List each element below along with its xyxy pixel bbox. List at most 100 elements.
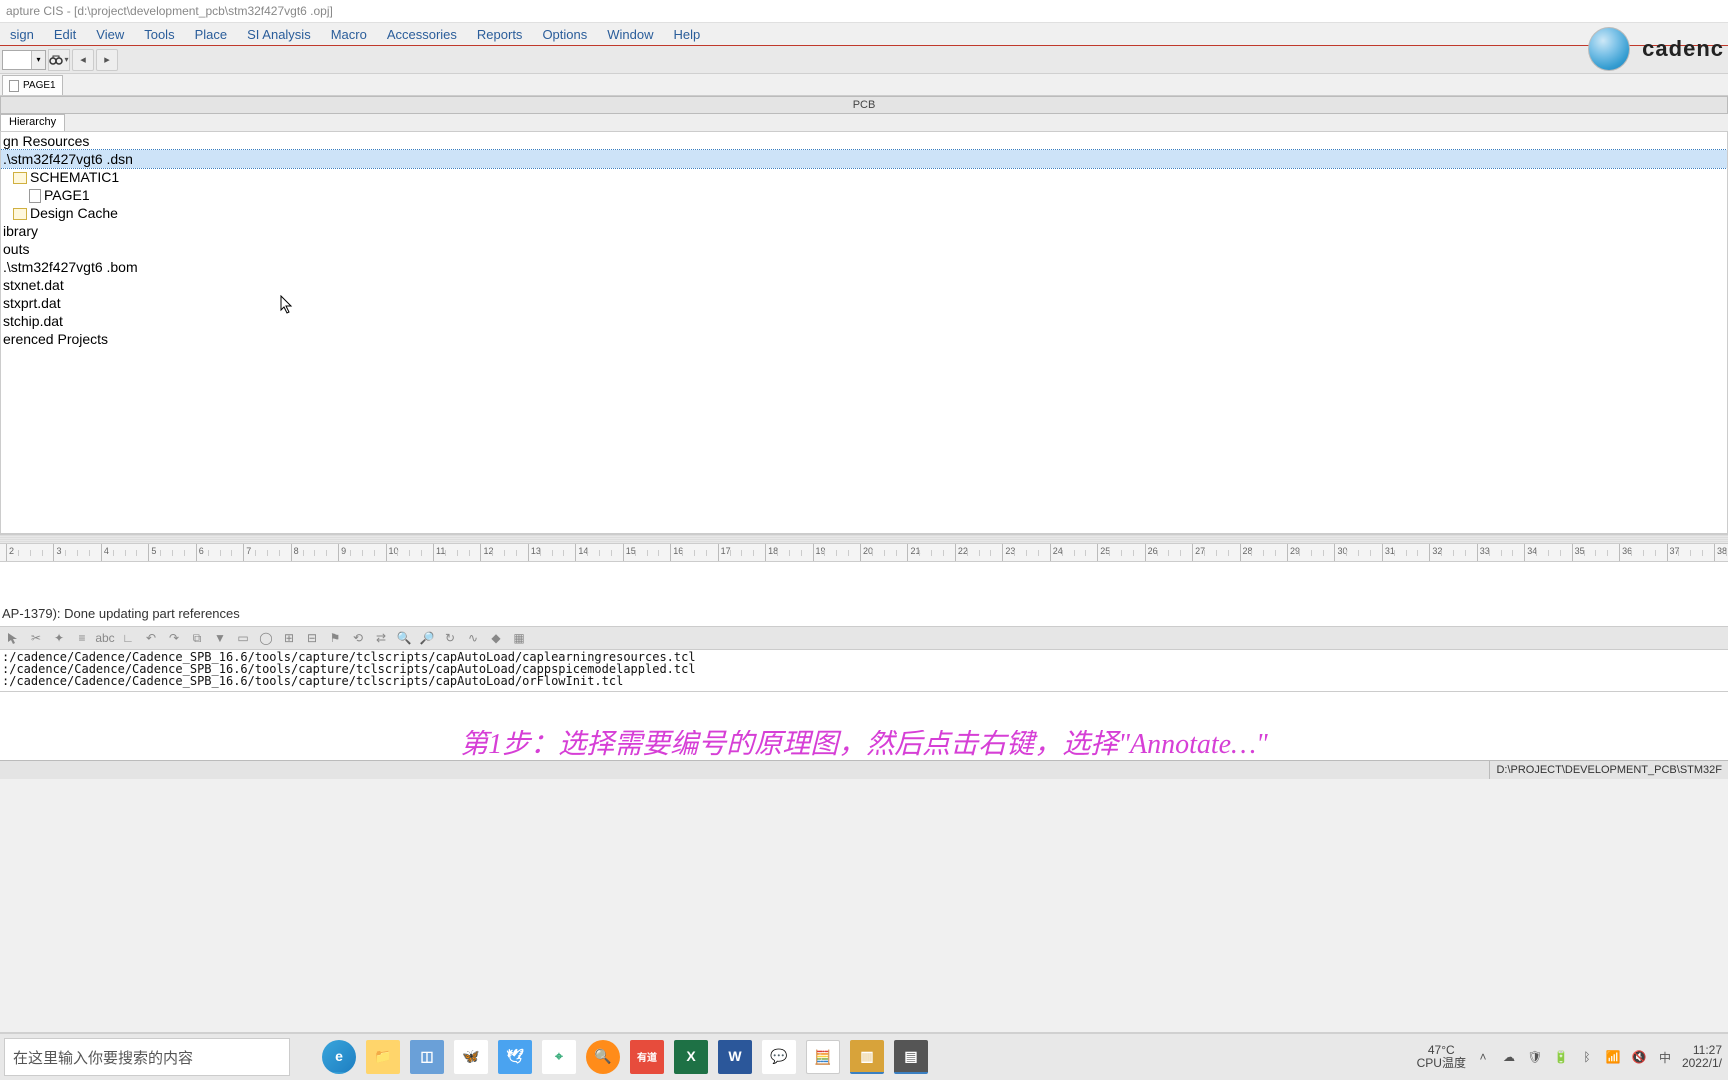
menu-help[interactable]: Help xyxy=(664,25,711,44)
tool-ellipse-icon[interactable]: ◯ xyxy=(255,628,277,648)
tab-label: PAGE1 xyxy=(23,80,56,91)
tool-select-icon[interactable] xyxy=(2,628,24,648)
tool-align-icon[interactable]: ≡ xyxy=(71,628,93,648)
app-word-icon[interactable]: W xyxy=(718,1040,752,1074)
menu-reports[interactable]: Reports xyxy=(467,25,533,44)
tool-rect-icon[interactable]: ▭ xyxy=(232,628,254,648)
app-calc-icon[interactable]: 🧮 xyxy=(806,1040,840,1074)
tree-item[interactable]: stxnet.dat xyxy=(1,276,1727,294)
tray-clock[interactable]: 11:27 2022/1/ xyxy=(1682,1044,1722,1070)
folder-icon xyxy=(13,208,27,220)
tree-item[interactable]: stxprt.dat xyxy=(1,294,1727,312)
tree-item[interactable]: .\stm32f427vgt6 .dsn xyxy=(1,150,1727,168)
cadence-sphere-icon[interactable] xyxy=(1588,27,1630,71)
tray-shield-icon[interactable]: 🛡 xyxy=(1526,1048,1544,1066)
ruler-tick xyxy=(148,544,150,561)
tree-item[interactable]: PAGE1 xyxy=(1,186,1727,204)
tool-copy-icon[interactable]: ⧉ xyxy=(186,628,208,648)
menu-place[interactable]: Place xyxy=(185,25,238,44)
menu-tools[interactable]: Tools xyxy=(134,25,184,44)
tab-hierarchy[interactable]: Hierarchy xyxy=(0,114,65,131)
search-combo[interactable]: ▾ xyxy=(2,50,46,70)
tool-link-icon[interactable]: ∿ xyxy=(462,628,484,648)
menu-macro[interactable]: Macro xyxy=(321,25,377,44)
project-tree[interactable]: gn Resources.\stm32f427vgt6 .dsnSCHEMATI… xyxy=(0,132,1728,534)
app-green-icon[interactable]: ⌖ xyxy=(542,1040,576,1074)
splitter-grip[interactable] xyxy=(0,534,1728,544)
ruler-tick xyxy=(813,544,815,561)
nav-next-button[interactable]: ▸ xyxy=(96,49,118,71)
tray-volume-icon[interactable]: 🔇 xyxy=(1630,1048,1648,1066)
chevron-down-icon[interactable]: ▾ xyxy=(31,51,45,69)
ruler-tick xyxy=(243,544,245,561)
tray-wifi-icon[interactable]: 📶 xyxy=(1604,1048,1622,1066)
app-excel-icon[interactable]: X xyxy=(674,1040,708,1074)
tree-item[interactable]: outs xyxy=(1,240,1727,258)
tree-item[interactable]: .\stm32f427vgt6 .bom xyxy=(1,258,1727,276)
taskbar-search[interactable]: 在这里输入你要搜索的内容 xyxy=(4,1038,290,1076)
menu-view[interactable]: View xyxy=(86,25,134,44)
app-wechat-icon[interactable]: 💬 xyxy=(762,1040,796,1074)
app-everything-icon[interactable]: 🔍 xyxy=(586,1040,620,1074)
app-youdao-icon[interactable]: 有道 xyxy=(630,1040,664,1074)
script-log: :/cadence/Cadence/Cadence_SPB_16.6/tools… xyxy=(0,650,1728,692)
tab-page1[interactable]: PAGE1 xyxy=(2,75,63,95)
menu-options[interactable]: Options xyxy=(532,25,597,44)
tray-chevron-up-icon[interactable]: ˄ xyxy=(1474,1048,1492,1066)
tree-item[interactable]: ibrary xyxy=(1,222,1727,240)
app-running2-icon[interactable]: ▤ xyxy=(894,1040,928,1074)
toolbar: ▾ ▾ ◂ ▸ xyxy=(0,46,1728,74)
menu-edit[interactable]: Edit xyxy=(44,25,86,44)
tray-weather[interactable]: 47°C CPU温度 xyxy=(1417,1044,1466,1070)
ruler-tick xyxy=(1667,544,1669,561)
annotation-text: 第1步：选择需要编号的原理图，然后点击右键，选择"Annotate…" xyxy=(460,730,1268,760)
tree-item[interactable]: gn Resources xyxy=(1,132,1727,150)
ruler-tick xyxy=(623,544,625,561)
tool-angle-icon[interactable]: ∟ xyxy=(117,628,139,648)
app-explorer-icon[interactable]: 📁 xyxy=(366,1040,400,1074)
tree-item-label: stxprt.dat xyxy=(3,295,61,311)
tree-item[interactable]: stchip.dat xyxy=(1,312,1727,330)
nav-prev-button[interactable]: ◂ xyxy=(72,49,94,71)
tool-diamond-icon[interactable]: ◆ xyxy=(485,628,507,648)
app-taskview-icon[interactable]: ◫ xyxy=(410,1040,444,1074)
ruler xyxy=(0,544,1728,562)
tool-group-icon[interactable]: ⊞ xyxy=(278,628,300,648)
tool-refresh-icon[interactable]: ↻ xyxy=(439,628,461,648)
menu-window[interactable]: Window xyxy=(597,25,663,44)
menu-si-analysis[interactable]: SI Analysis xyxy=(237,25,321,44)
ruler-tick xyxy=(480,544,482,561)
binoculars-icon[interactable]: ▾ xyxy=(48,49,70,71)
tray-battery-icon[interactable]: 🔋 xyxy=(1552,1048,1570,1066)
document-tab-row: PAGE1 xyxy=(0,74,1728,96)
tray-bluetooth-icon[interactable]: ᛒ xyxy=(1578,1048,1596,1066)
tool-wand-icon[interactable]: ✦ xyxy=(48,628,70,648)
ruler-tick xyxy=(955,544,957,561)
app-thunder-icon[interactable]: 🕊 xyxy=(498,1040,532,1074)
menu-design[interactable]: sign xyxy=(0,25,44,44)
app-butterfly-icon[interactable]: 🦋 xyxy=(454,1040,488,1074)
app-edge-icon[interactable]: e xyxy=(322,1040,356,1074)
tool-zoom-icon[interactable]: 🔍 xyxy=(393,628,415,648)
tool-down-icon[interactable]: ▼ xyxy=(209,628,231,648)
tool-undo-icon[interactable]: ↶ xyxy=(140,628,162,648)
tray-ime-icon[interactable]: 中 xyxy=(1656,1048,1674,1066)
tool-flag-icon[interactable]: ⚑ xyxy=(324,628,346,648)
tool-ungroup-icon[interactable]: ⊟ xyxy=(301,628,323,648)
tool-text-icon[interactable]: abc xyxy=(94,628,116,648)
tree-item[interactable]: SCHEMATIC1 xyxy=(1,168,1727,186)
window-title: apture CIS - [d:\project\development_pcb… xyxy=(6,4,333,18)
tool-rotate-icon[interactable]: ⟲ xyxy=(347,628,369,648)
tool-chip-icon[interactable]: ▦ xyxy=(508,628,530,648)
ruler-tick xyxy=(1287,544,1289,561)
menu-accessories[interactable]: Accessories xyxy=(377,25,467,44)
tool-zoomout-icon[interactable]: 🔎 xyxy=(416,628,438,648)
tray-onedrive-icon[interactable]: ☁ xyxy=(1500,1048,1518,1066)
cadence-logo: cadenc xyxy=(1642,36,1724,62)
tree-item[interactable]: Design Cache xyxy=(1,204,1727,222)
tree-item[interactable]: erenced Projects xyxy=(1,330,1727,348)
tool-mirror-icon[interactable]: ⇄ xyxy=(370,628,392,648)
tool-cut-icon[interactable]: ✂ xyxy=(25,628,47,648)
tool-redo-icon[interactable]: ↷ xyxy=(163,628,185,648)
app-running1-icon[interactable]: ▥ xyxy=(850,1040,884,1074)
